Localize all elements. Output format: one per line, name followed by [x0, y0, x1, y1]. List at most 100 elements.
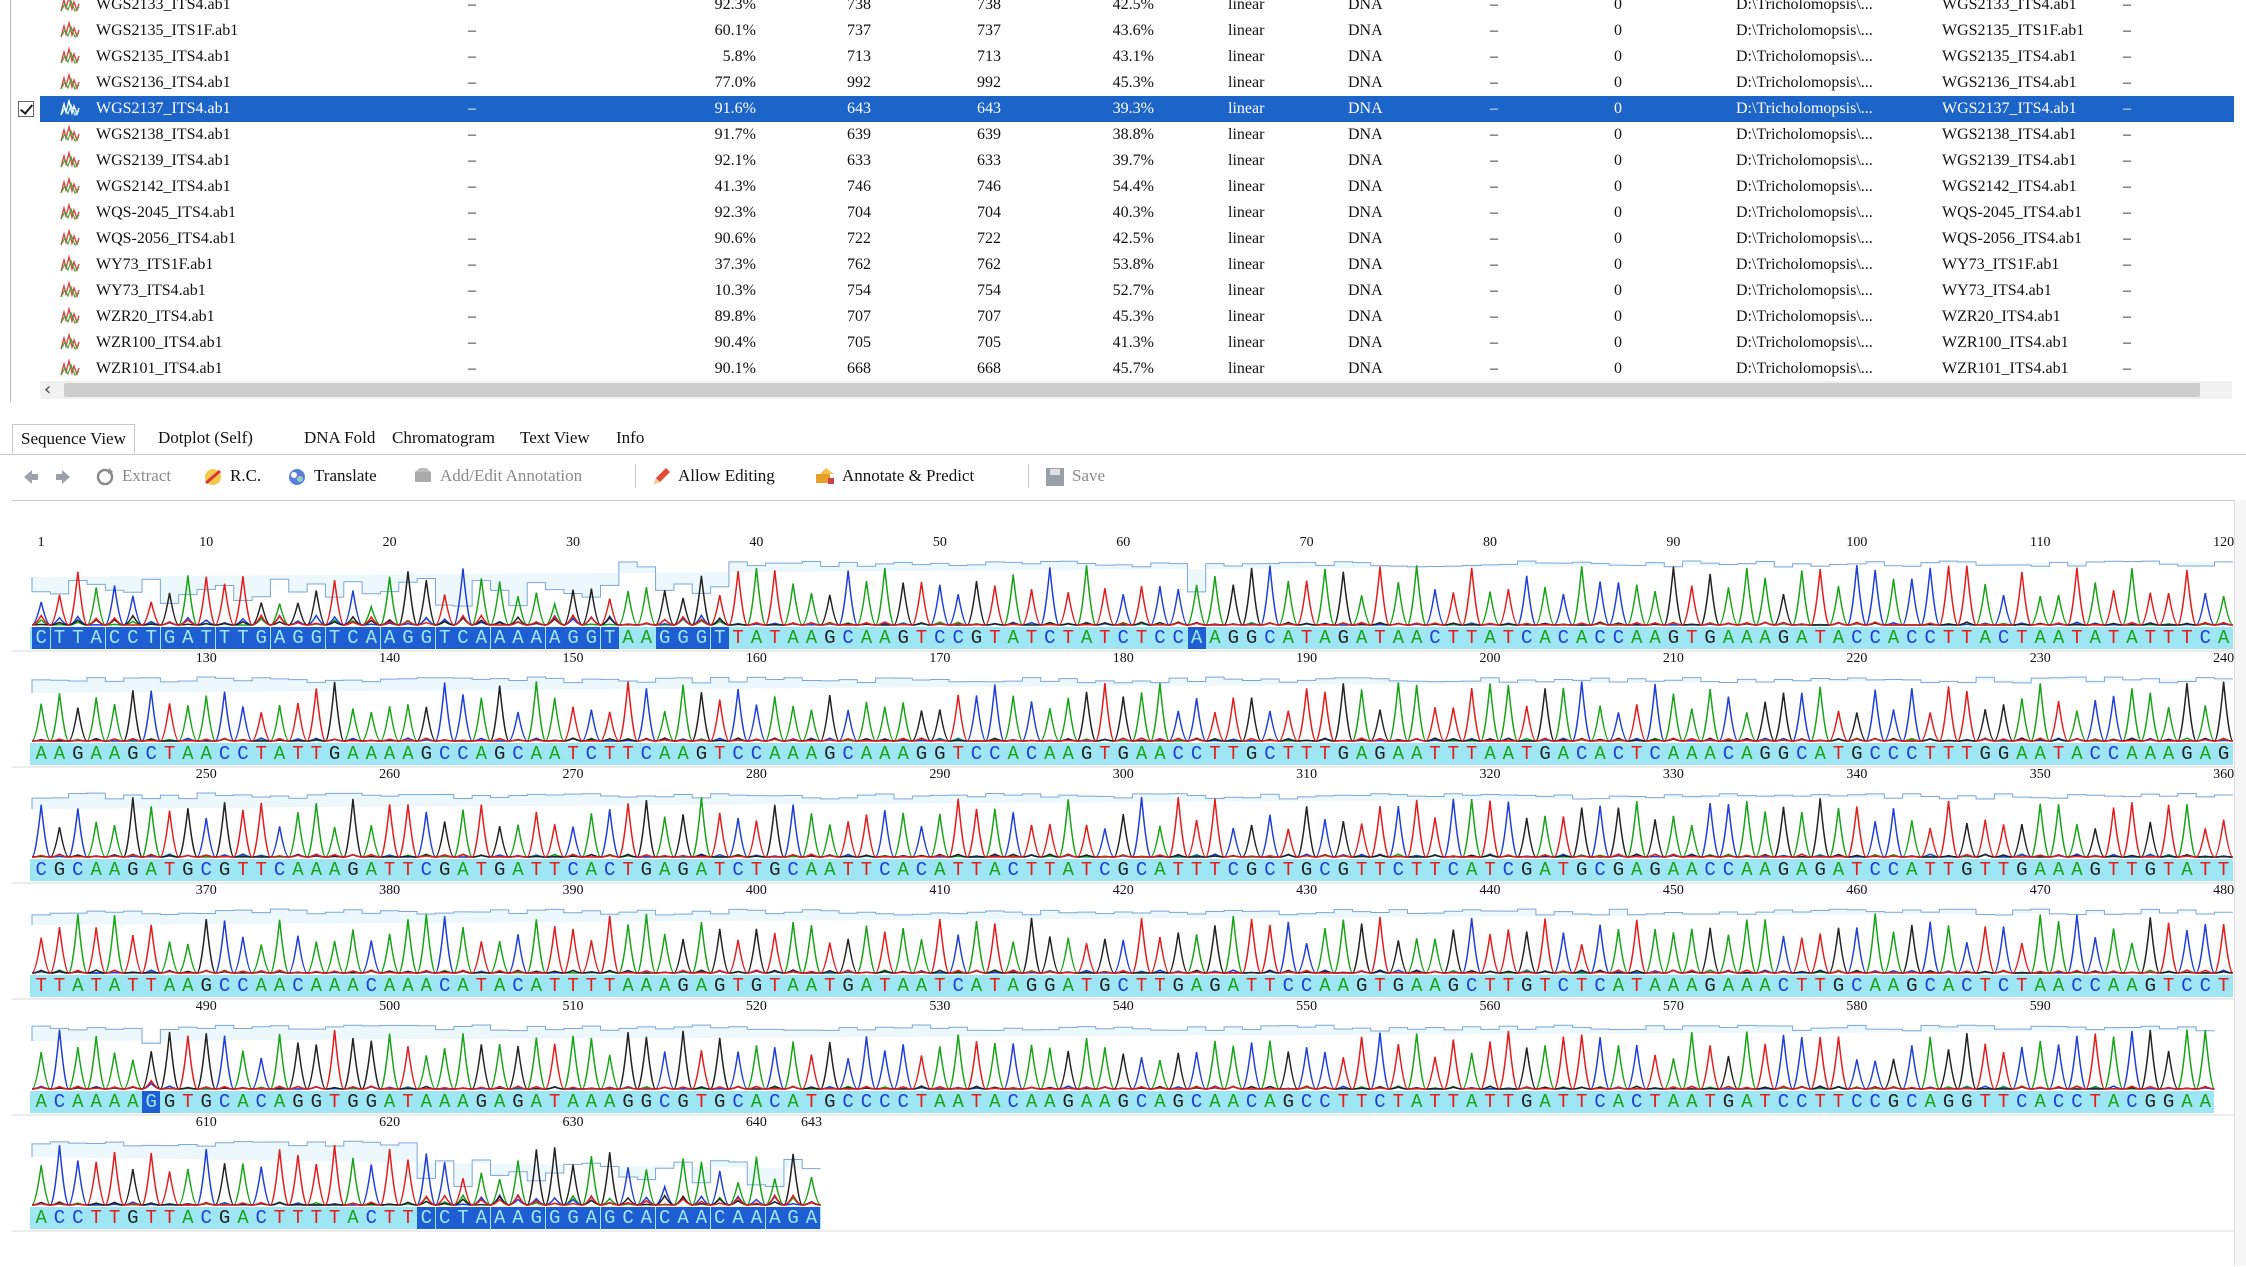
base[interactable]: G: [1518, 975, 1536, 997]
base[interactable]: A: [490, 627, 509, 649]
base[interactable]: T: [949, 859, 967, 881]
table-row[interactable]: WGS2137_ITS4.ab1 – 91.6% 643 643 39.3% linear D…: [12, 96, 2234, 122]
base[interactable]: T: [381, 859, 399, 881]
base[interactable]: C: [1848, 975, 1866, 997]
base[interactable]: C: [912, 859, 930, 881]
base[interactable]: T: [1940, 627, 1958, 649]
base[interactable]: G: [1701, 627, 1719, 649]
base[interactable]: G: [1298, 859, 1316, 881]
base[interactable]: T: [1628, 743, 1646, 765]
base[interactable]: C: [1866, 743, 1884, 765]
base[interactable]: C: [1023, 743, 1041, 765]
base[interactable]: A: [1059, 975, 1077, 997]
base[interactable]: A: [2050, 627, 2068, 649]
base[interactable]: A: [582, 859, 600, 881]
base[interactable]: T: [931, 975, 949, 997]
base[interactable]: C: [2123, 1091, 2141, 1113]
base[interactable]: C: [1903, 627, 1921, 649]
base[interactable]: C: [1628, 1091, 1646, 1113]
base[interactable]: A: [362, 743, 380, 765]
base[interactable]: G: [1114, 859, 1132, 881]
base[interactable]: C: [1463, 975, 1481, 997]
base[interactable]: T: [729, 975, 747, 997]
base[interactable]: G: [674, 627, 693, 649]
base[interactable]: C: [1243, 1091, 1261, 1113]
table-row[interactable]: WZR100_ITS4.ab1 – 90.4% 705 705 41.3% linear DN…: [12, 330, 2234, 356]
base[interactable]: G: [968, 627, 986, 649]
base[interactable]: A: [1353, 627, 1371, 649]
base[interactable]: T: [2160, 859, 2178, 881]
base[interactable]: A: [1536, 627, 1554, 649]
base[interactable]: A: [2141, 743, 2159, 765]
base[interactable]: A: [1609, 1091, 1627, 1113]
add-edit-annotation-button[interactable]: Add/Edit Annotation: [412, 462, 582, 490]
base[interactable]: G: [637, 859, 655, 881]
base[interactable]: G: [564, 1207, 583, 1229]
table-row[interactable]: WZR101_ITS4.ab1 – 90.1% 668 668 45.7% linear DN…: [12, 356, 2234, 382]
base[interactable]: A: [1279, 627, 1297, 649]
base[interactable]: G: [197, 1091, 215, 1113]
base[interactable]: A: [381, 975, 399, 997]
base[interactable]: A: [380, 627, 399, 649]
base[interactable]: C: [1114, 627, 1132, 649]
base[interactable]: G: [545, 1207, 564, 1229]
base[interactable]: T: [546, 859, 564, 881]
base[interactable]: A: [179, 975, 197, 997]
base[interactable]: G: [1646, 859, 1664, 881]
base[interactable]: T: [215, 627, 234, 649]
base[interactable]: C: [766, 1091, 784, 1113]
base[interactable]: A: [1536, 859, 1554, 881]
base[interactable]: A: [271, 1091, 289, 1113]
base[interactable]: G: [2086, 859, 2104, 881]
base[interactable]: A: [1885, 627, 1903, 649]
base[interactable]: A: [234, 1207, 252, 1229]
base[interactable]: G: [472, 1091, 490, 1113]
base[interactable]: C: [1298, 975, 1316, 997]
base[interactable]: C: [1591, 627, 1609, 649]
base[interactable]: C: [142, 743, 160, 765]
base[interactable]: A: [1224, 975, 1242, 997]
base[interactable]: T: [1499, 975, 1517, 997]
base[interactable]: T: [472, 859, 490, 881]
base[interactable]: A: [1059, 743, 1077, 765]
base[interactable]: A: [545, 627, 564, 649]
base[interactable]: A: [32, 1207, 50, 1229]
base[interactable]: T: [1279, 743, 1297, 765]
base[interactable]: A: [179, 743, 197, 765]
base[interactable]: C: [2068, 975, 2086, 997]
base[interactable]: G: [931, 743, 949, 765]
base[interactable]: G: [637, 1091, 655, 1113]
base[interactable]: A: [2105, 975, 2123, 997]
base[interactable]: A: [1536, 1091, 1554, 1113]
base[interactable]: T: [619, 743, 637, 765]
base[interactable]: T: [711, 859, 729, 881]
base[interactable]: T: [692, 1091, 710, 1113]
base[interactable]: T: [710, 627, 729, 649]
base[interactable]: A: [1683, 859, 1701, 881]
annotate-predict-button[interactable]: Annotate & Predict: [814, 462, 974, 490]
base[interactable]: A: [2068, 743, 2086, 765]
base[interactable]: A: [490, 1207, 509, 1229]
base[interactable]: T: [1463, 627, 1481, 649]
table-row[interactable]: WGS2135_ITS1F.ab1 – 60.1% 737 737 43.6% linear…: [12, 18, 2234, 44]
base[interactable]: A: [729, 1207, 748, 1229]
base[interactable]: A: [1426, 975, 1444, 997]
base[interactable]: T: [1206, 743, 1224, 765]
base[interactable]: T: [1921, 743, 1939, 765]
base[interactable]: A: [509, 859, 527, 881]
base[interactable]: T: [307, 1207, 325, 1229]
base[interactable]: C: [417, 1207, 436, 1229]
base[interactable]: T: [1573, 975, 1591, 997]
base[interactable]: A: [87, 859, 105, 881]
base[interactable]: T: [601, 975, 619, 997]
base[interactable]: G: [161, 1091, 179, 1113]
base[interactable]: T: [2050, 743, 2068, 765]
base[interactable]: G: [1774, 743, 1792, 765]
base[interactable]: T: [821, 975, 839, 997]
base[interactable]: T: [912, 627, 930, 649]
base[interactable]: C: [343, 627, 362, 649]
base[interactable]: T: [968, 1091, 986, 1113]
base[interactable]: A: [1188, 975, 1206, 997]
base[interactable]: C: [1169, 743, 1187, 765]
base[interactable]: T: [1701, 1091, 1719, 1113]
